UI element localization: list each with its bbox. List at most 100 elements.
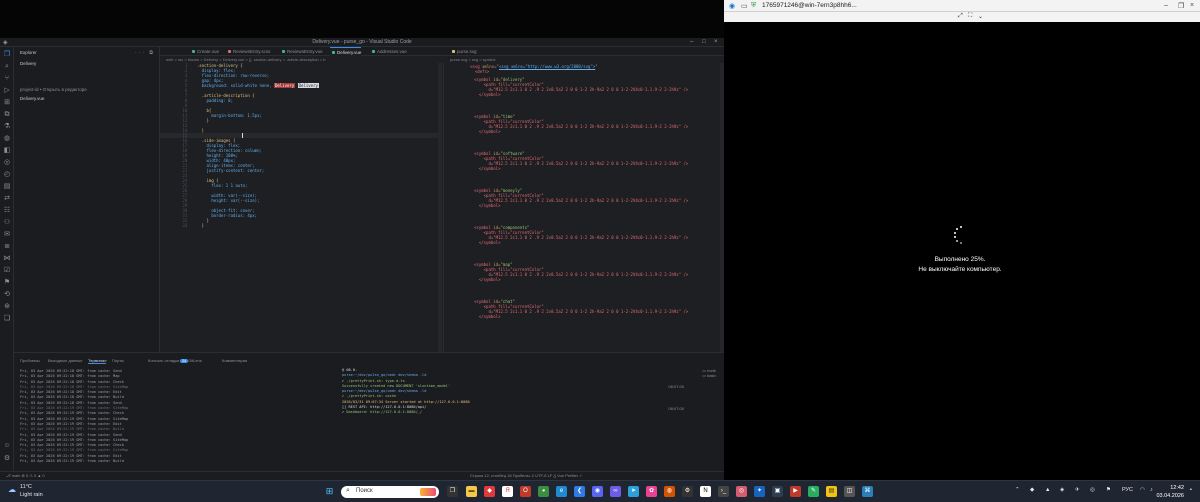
sidebar-item-file[interactable]: Delivery.vue: [20, 96, 44, 101]
tray-app6-icon[interactable]: ⚑: [1106, 487, 1111, 493]
close-icon[interactable]: ×: [1190, 2, 1194, 9]
live-share-icon[interactable]: ⇄: [3, 195, 11, 203]
explorer-icon[interactable]: ❐: [3, 51, 11, 59]
minimize-icon[interactable]: –: [1164, 2, 1168, 9]
copilot-icon[interactable]: ⚇: [3, 219, 11, 227]
symbol-block-chat[interactable]: <symbol id="chat" <path fill="currentCol…: [474, 299, 688, 319]
tray-app4-icon[interactable]: ✈: [1075, 487, 1080, 493]
status-left[interactable]: ⎇ main ⊗ 0 ⚠ 0 ▲ 0: [6, 473, 45, 478]
yandex-icon[interactable]: Я: [502, 486, 513, 497]
steam-icon[interactable]: ⚙: [682, 486, 693, 497]
telegram-icon[interactable]: ➤: [628, 486, 639, 497]
panel-tab-1[interactable]: Выходные данные: [48, 358, 82, 363]
tray-app5-icon[interactable]: ◎: [1090, 487, 1095, 493]
gitlens-icon[interactable]: ◎: [3, 159, 11, 167]
close-icon[interactable]: ×: [714, 39, 718, 45]
app-gray-icon[interactable]: ◫: [844, 486, 855, 497]
code-line[interactable]: 33 }: [180, 223, 319, 228]
chat-icon[interactable]: ✉: [3, 231, 11, 239]
wifi-icon[interactable]: ◠: [1140, 487, 1145, 493]
extensions-icon[interactable]: ⊞: [3, 99, 11, 107]
source-control-icon[interactable]: ⑂: [3, 75, 11, 83]
tab-reviews-scss[interactable]: ReviewsEntry.scss: [226, 47, 270, 56]
status-right[interactable]: Строка 12, столбец 18 Пробелы: 2 UTF-8 L…: [470, 473, 583, 478]
settings-gear-icon[interactable]: ⚙: [3, 455, 11, 463]
vscode-icon[interactable]: ❮: [574, 486, 585, 497]
fullscreen-icon[interactable]: ⤢: [958, 13, 963, 20]
terminal-left[interactable]: Fri, 03 Apr 2026 09:22:18 GMT: from cach…: [20, 369, 128, 464]
tab-create[interactable]: Create.vue: [190, 47, 219, 56]
ai-icon[interactable]: ✦: [754, 486, 765, 497]
panel-tab-2[interactable]: Терминал: [88, 358, 107, 364]
app-youtube-icon[interactable]: ▶: [790, 486, 801, 497]
restore-icon[interactable]: ❐: [1178, 2, 1184, 10]
docker-icon[interactable]: ◧: [3, 147, 11, 155]
minimap-right[interactable]: [720, 63, 724, 352]
app-green-icon[interactable]: ✎: [808, 486, 819, 497]
language-indicator[interactable]: РУС: [1122, 487, 1133, 493]
tab-addresses[interactable]: Addresses.vue: [370, 47, 407, 56]
expand-icon[interactable]: ⛶: [968, 13, 972, 20]
sidebar-actions-icon[interactable]: ··· ⧉: [135, 50, 155, 56]
remote-screen[interactable]: [727, 22, 1200, 480]
chrome-icon[interactable]: ◕: [538, 486, 549, 497]
clock[interactable]: 12:42 03.04.2026: [1156, 484, 1184, 500]
symbol-block-map[interactable]: <symbol id="map" <path fill="currentColo…: [474, 262, 688, 282]
code-line[interactable]: 5 background: solid-white none, Delivery…: [180, 83, 319, 88]
tags-icon[interactable]: ⊛: [3, 303, 11, 311]
graph-icon[interactable]: ⋈: [3, 255, 11, 263]
sidebar-item-project[interactable]: project-id • Открыть в редакторе: [20, 87, 87, 92]
terminal-list-icon[interactable]: ▭ node ▭ bash: [702, 368, 716, 378]
panel-tab-6[interactable]: Комментарии: [222, 358, 247, 363]
tab-delivery[interactable]: Delivery.vue: [330, 47, 362, 56]
start-button-icon[interactable]: ⊞: [324, 486, 335, 497]
maximize-icon[interactable]: □: [702, 39, 706, 45]
symbol-block-components[interactable]: <symbol id="components" <path fill="curr…: [474, 225, 688, 245]
app-orange-icon[interactable]: ◍: [664, 486, 675, 497]
tray-app-icon[interactable]: ◆: [1030, 487, 1034, 493]
opera-icon[interactable]: O: [520, 486, 531, 497]
sidebar-item-delivery[interactable]: Delivery: [20, 61, 36, 66]
search-icon[interactable]: ⌕: [3, 63, 11, 71]
history-icon[interactable]: ⟲: [3, 291, 11, 299]
tray-app3-icon[interactable]: ◈: [1060, 487, 1064, 493]
panel-tab-3[interactable]: Порты: [112, 358, 124, 363]
database-icon[interactable]: ◍: [3, 135, 11, 143]
layers-icon[interactable]: ❏: [3, 315, 11, 323]
editor-left[interactable]: 1 .section-delivery { 2 display: flex; 3…: [160, 63, 442, 352]
dropdown-icon[interactable]: ⌄: [978, 13, 983, 20]
code-left[interactable]: 1 .section-delivery { 2 display: flex; 3…: [180, 63, 319, 228]
visual-studio-icon[interactable]: ∞: [610, 486, 621, 497]
app-pink-icon[interactable]: ✿: [646, 486, 657, 497]
minimize-icon[interactable]: –: [690, 39, 693, 45]
todo-icon[interactable]: ☑: [3, 267, 11, 275]
breadcrumb-right[interactable]: purse.svg > svg > symbol: [450, 56, 495, 63]
app-rose-icon[interactable]: ◎: [736, 486, 747, 497]
remote-desktop-icon[interactable]: ▣: [772, 486, 783, 497]
terminal-icon[interactable]: ›_: [718, 486, 729, 497]
remote-icon[interactable]: ⧉: [3, 111, 11, 119]
run-debug-icon[interactable]: ▷: [3, 87, 11, 95]
tray-app2-icon[interactable]: ▲: [1045, 487, 1050, 493]
taskbar-search[interactable]: ⌕ Поиск: [341, 486, 439, 498]
editor-right[interactable]: <svg xmlns="<svg xmlns="http://www.w3.or…: [443, 63, 724, 352]
outline-icon[interactable]: ≣: [3, 243, 11, 251]
symbol-block-delivery[interactable]: <symbol id="delivery" <path fill="curren…: [474, 77, 688, 97]
symbol-block-software[interactable]: <symbol id="software" <path fill="curren…: [474, 151, 688, 171]
terminal-right[interactable]: @ 08.0. purse:~/dev/puIse_go/cmd> dev/she…: [342, 368, 470, 416]
symbol-block-time[interactable]: <symbol id="time" <path fill="currentCol…: [474, 114, 688, 134]
tray-chevron-icon[interactable]: ⌃: [1015, 487, 1020, 493]
account-icon[interactable]: ☺: [3, 442, 11, 450]
minimap-left[interactable]: [438, 63, 442, 352]
app-blue-icon[interactable]: ⌘: [862, 486, 873, 497]
notes-icon[interactable]: ▤: [826, 486, 837, 497]
weather-widget[interactable]: ☁ 11°C Light rain: [8, 483, 43, 499]
tab-reviews-vue[interactable]: ReviewsEntry.vue: [280, 47, 323, 56]
notification-icon[interactable]: ▪: [1190, 487, 1192, 493]
file-explorer-icon[interactable]: ▬: [466, 486, 477, 497]
bookmarks-icon[interactable]: ⚑: [3, 279, 11, 287]
notion-icon[interactable]: N: [700, 486, 711, 497]
testing-icon[interactable]: ⚗: [3, 123, 11, 131]
panel-tab-4[interactable]: Консоль отладки 24: [148, 358, 189, 363]
symbol-block-moneyly[interactable]: <symbol id="moneyly" <path fill="current…: [474, 188, 688, 208]
